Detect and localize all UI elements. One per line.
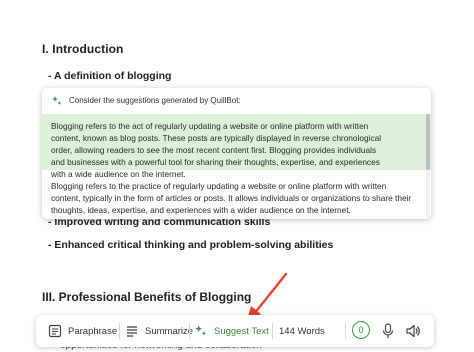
suggest-text-button[interactable]: Suggest Text	[194, 315, 269, 347]
bullet-item: - Enhanced critical thinking and problem…	[48, 239, 334, 251]
suggestion-text: Blogging refers to the act of regularly …	[51, 121, 382, 179]
paraphrase-icon	[48, 324, 62, 338]
popup-header-text: Consider the suggestions generated by Qu…	[69, 96, 241, 105]
word-count[interactable]: 144 Words	[279, 315, 325, 347]
suggestion-option-1[interactable]: Blogging refers to the act of regularly …	[42, 114, 431, 179]
issues-badge[interactable]: 0	[352, 321, 370, 339]
suggestion-option-2[interactable]: Blogging refers to the practice of regul…	[42, 180, 431, 219]
popup-scrollbar[interactable]	[426, 114, 430, 218]
popup-header: Consider the suggestions generated by Qu…	[42, 88, 431, 113]
divider	[189, 323, 190, 339]
sparkle-icon	[195, 325, 207, 336]
scrollbar-thumb[interactable]	[426, 114, 430, 170]
microphone-icon[interactable]	[381, 323, 395, 339]
divider	[345, 323, 346, 339]
quillbot-toolbar: Paraphrase Summarize Suggest Text 144 Wo…	[36, 315, 434, 347]
paraphrase-label: Paraphrase	[68, 325, 118, 337]
suggestion-text: Blogging refers to the practice of regul…	[51, 181, 412, 215]
issues-count: 0	[358, 325, 364, 335]
paraphrase-button[interactable]: Paraphrase	[48, 315, 117, 347]
suggest-text-label: Suggest Text	[214, 325, 269, 337]
summarize-label: Summarize	[145, 325, 194, 337]
bullet-item: - A definition of blogging	[48, 70, 172, 82]
section-heading: I. Introduction	[42, 42, 124, 56]
summarize-icon	[127, 326, 137, 337]
suggestion-popup: Consider the suggestions generated by Qu…	[42, 88, 431, 219]
word-count-label: 144 Words	[279, 325, 325, 337]
divider	[272, 323, 273, 339]
divider	[119, 323, 120, 339]
sparkle-icon	[52, 95, 62, 105]
section-heading: III. Professional Benefits of Blogging	[42, 290, 252, 304]
speaker-icon[interactable]	[405, 323, 421, 339]
summarize-button[interactable]: Summarize	[125, 315, 193, 347]
